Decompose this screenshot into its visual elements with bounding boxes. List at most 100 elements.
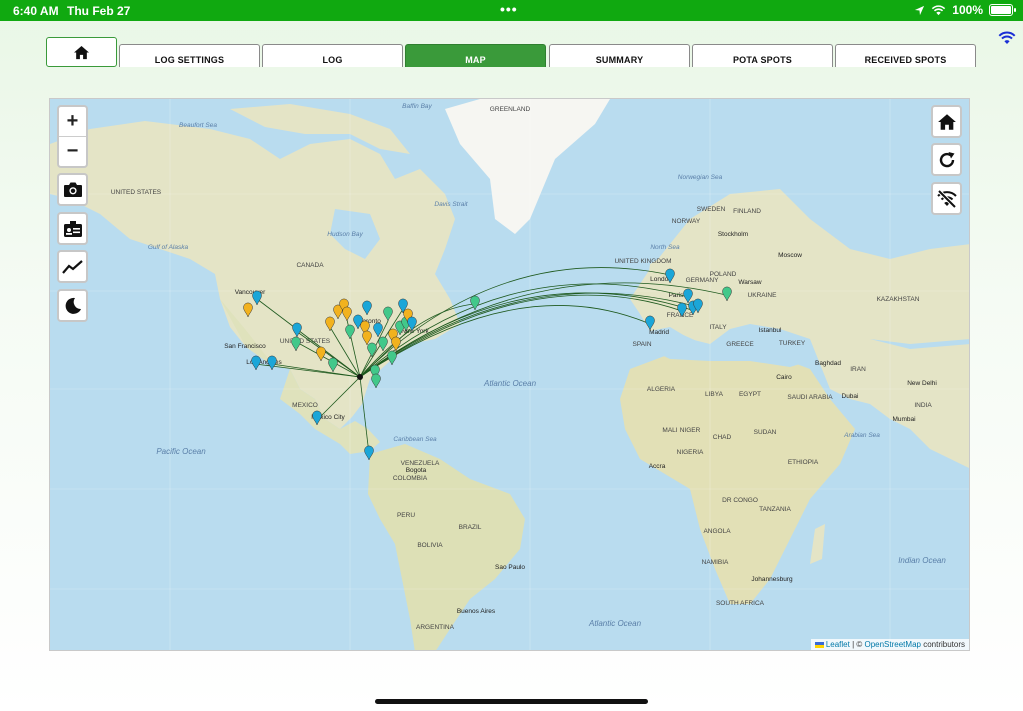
map-label-city: Sao Paulo xyxy=(495,564,525,571)
map-label-country: PERU xyxy=(397,512,415,519)
map-label-city: Stockholm xyxy=(718,231,748,238)
wifi-status-icon xyxy=(932,4,946,15)
map-label-country: UNITED STATES xyxy=(111,189,162,196)
dark-mode-button[interactable] xyxy=(57,289,88,322)
map-label-country: ANGOLA xyxy=(703,528,731,535)
map-label-country: FINLAND xyxy=(733,208,761,215)
map-attribution: Leaflet | © OpenStreetMap contributors xyxy=(810,639,969,650)
leaflet-link[interactable]: Leaflet xyxy=(826,640,850,649)
home-icon xyxy=(74,45,89,59)
map-label-water: Atlantic Ocean xyxy=(483,379,537,388)
camera-icon xyxy=(63,182,82,197)
map-label-country: ALGERIA xyxy=(647,386,676,393)
tab-pota-spots[interactable]: POTA SPOTS xyxy=(692,44,833,67)
refresh-button[interactable] xyxy=(931,143,962,176)
map-label-water: Atlantic Ocean xyxy=(588,619,642,628)
map-label-city: Buenos Aires xyxy=(457,608,496,615)
map-label-country: SOUTH AFRICA xyxy=(716,600,765,607)
map-label-country: SPAIN xyxy=(632,341,651,348)
map-label-country: TANZANIA xyxy=(759,506,791,513)
map-label-country: UNITED KINGDOM xyxy=(614,258,671,265)
connection-wifi-icon[interactable] xyxy=(998,31,1016,45)
map-label-country: GREENLAND xyxy=(490,106,531,113)
zoom-out-button[interactable]: − xyxy=(59,137,86,166)
refresh-icon xyxy=(939,151,954,167)
tab-map[interactable]: MAP xyxy=(405,44,546,67)
map-label-country: UNITED STATES xyxy=(280,338,331,345)
map-label-country: MEXICO xyxy=(292,402,318,409)
map-label-city: Baghdad xyxy=(815,360,841,367)
status-bar: 6:40 AM Thu Feb 27 ••• 100% xyxy=(0,0,1023,21)
map-label-water: Baffin Bay xyxy=(402,103,432,110)
map-label-city: Warsaw xyxy=(738,279,762,286)
map-label-country: NIGERIA xyxy=(677,449,704,456)
map-label-country: SAUDI ARABIA xyxy=(787,394,833,401)
tab-log-settings[interactable]: LOG SETTINGS xyxy=(119,44,260,67)
map-label-country: GERMANY xyxy=(686,277,720,284)
map-label-country: NAMIBIA xyxy=(702,559,729,566)
map-home-button[interactable] xyxy=(931,105,962,138)
tab-home[interactable] xyxy=(46,37,117,67)
line-chart-icon xyxy=(61,259,83,274)
map-tiles[interactable]: GREENLAND Baffin Bay Beaufort Sea UNITED ST… xyxy=(50,99,970,651)
map-label-city: Cairo xyxy=(776,374,792,381)
map-label-country: INDIA xyxy=(914,402,932,409)
paths-toggle-button[interactable] xyxy=(57,250,88,283)
home-indicator[interactable] xyxy=(375,699,648,704)
map-label-water: Beaufort Sea xyxy=(179,122,217,129)
qso-card-button[interactable] xyxy=(57,212,88,245)
attribution-separator: | © xyxy=(849,640,865,649)
status-indicators: 100% xyxy=(914,3,1016,17)
battery-icon xyxy=(989,4,1016,16)
map-label-water: Indian Ocean xyxy=(898,556,946,565)
map-label-country: SUDAN xyxy=(754,429,777,436)
status-date: Thu Feb 27 xyxy=(67,4,131,18)
osm-link[interactable]: OpenStreetMap xyxy=(864,640,920,649)
map-label-city: San Francisco xyxy=(224,343,266,350)
map-label-country: UKRAINE xyxy=(748,292,778,299)
map-label-country: NORWAY xyxy=(672,218,701,225)
zoom-in-button[interactable]: + xyxy=(59,107,86,136)
map-label-country: DR CONGO xyxy=(722,497,758,504)
map-label-city: Accra xyxy=(649,463,666,470)
map-label-country: ARGENTINA xyxy=(416,624,455,631)
map-label-country: CHAD xyxy=(713,434,732,441)
map-label-water: North Sea xyxy=(650,244,680,251)
map-label-country: ETHIOPIA xyxy=(788,459,819,466)
map-label-city: Mumbai xyxy=(892,416,915,423)
map-label-country: BRAZIL xyxy=(459,524,482,531)
home-icon xyxy=(937,113,956,130)
map-label-city: Moscow xyxy=(778,252,802,259)
map-label-country: IRAN xyxy=(850,366,866,373)
home-station-marker[interactable] xyxy=(357,374,363,380)
map-label-country: CANADA xyxy=(296,262,324,269)
offline-button[interactable] xyxy=(931,182,962,215)
map-label-water: Caribbean Sea xyxy=(393,436,437,443)
battery-percent: 100% xyxy=(952,3,983,17)
multitask-dots[interactable]: ••• xyxy=(500,1,518,17)
map-label-country: GREECE xyxy=(726,341,754,348)
map-label-water: Norwegian Sea xyxy=(678,174,723,181)
moon-icon xyxy=(65,297,81,314)
map-label-city: Johannesburg xyxy=(751,576,793,583)
map-label-country: TURKEY xyxy=(779,340,806,347)
status-time: 6:40 AM xyxy=(13,4,59,18)
wifi-off-icon xyxy=(936,189,957,208)
map-view[interactable]: GREENLAND Baffin Bay Beaufort Sea UNITED ST… xyxy=(49,98,970,651)
map-label-country: POLAND xyxy=(710,271,737,278)
map-label-country: VENEZUELA xyxy=(401,460,440,467)
map-label-water: Pacific Ocean xyxy=(156,447,206,456)
map-label-city: Dubai xyxy=(842,393,859,400)
screenshot-button[interactable] xyxy=(57,173,88,206)
tab-summary[interactable]: SUMMARY xyxy=(549,44,690,67)
map-label-country: SWEDEN xyxy=(697,206,726,213)
tab-received-spots[interactable]: RECEIVED SPOTS xyxy=(835,44,976,67)
map-label-country: LIBYA xyxy=(705,391,724,398)
location-arrow-icon xyxy=(915,5,925,15)
map-label-country: BOLIVIA xyxy=(417,542,443,549)
tab-log[interactable]: LOG xyxy=(262,44,403,67)
map-label-country: COLOMBIA xyxy=(393,475,428,482)
map-label-country: ITALY xyxy=(709,324,727,331)
map-label-city: Madrid xyxy=(649,329,669,336)
map-label-country: NIGER xyxy=(680,427,701,434)
